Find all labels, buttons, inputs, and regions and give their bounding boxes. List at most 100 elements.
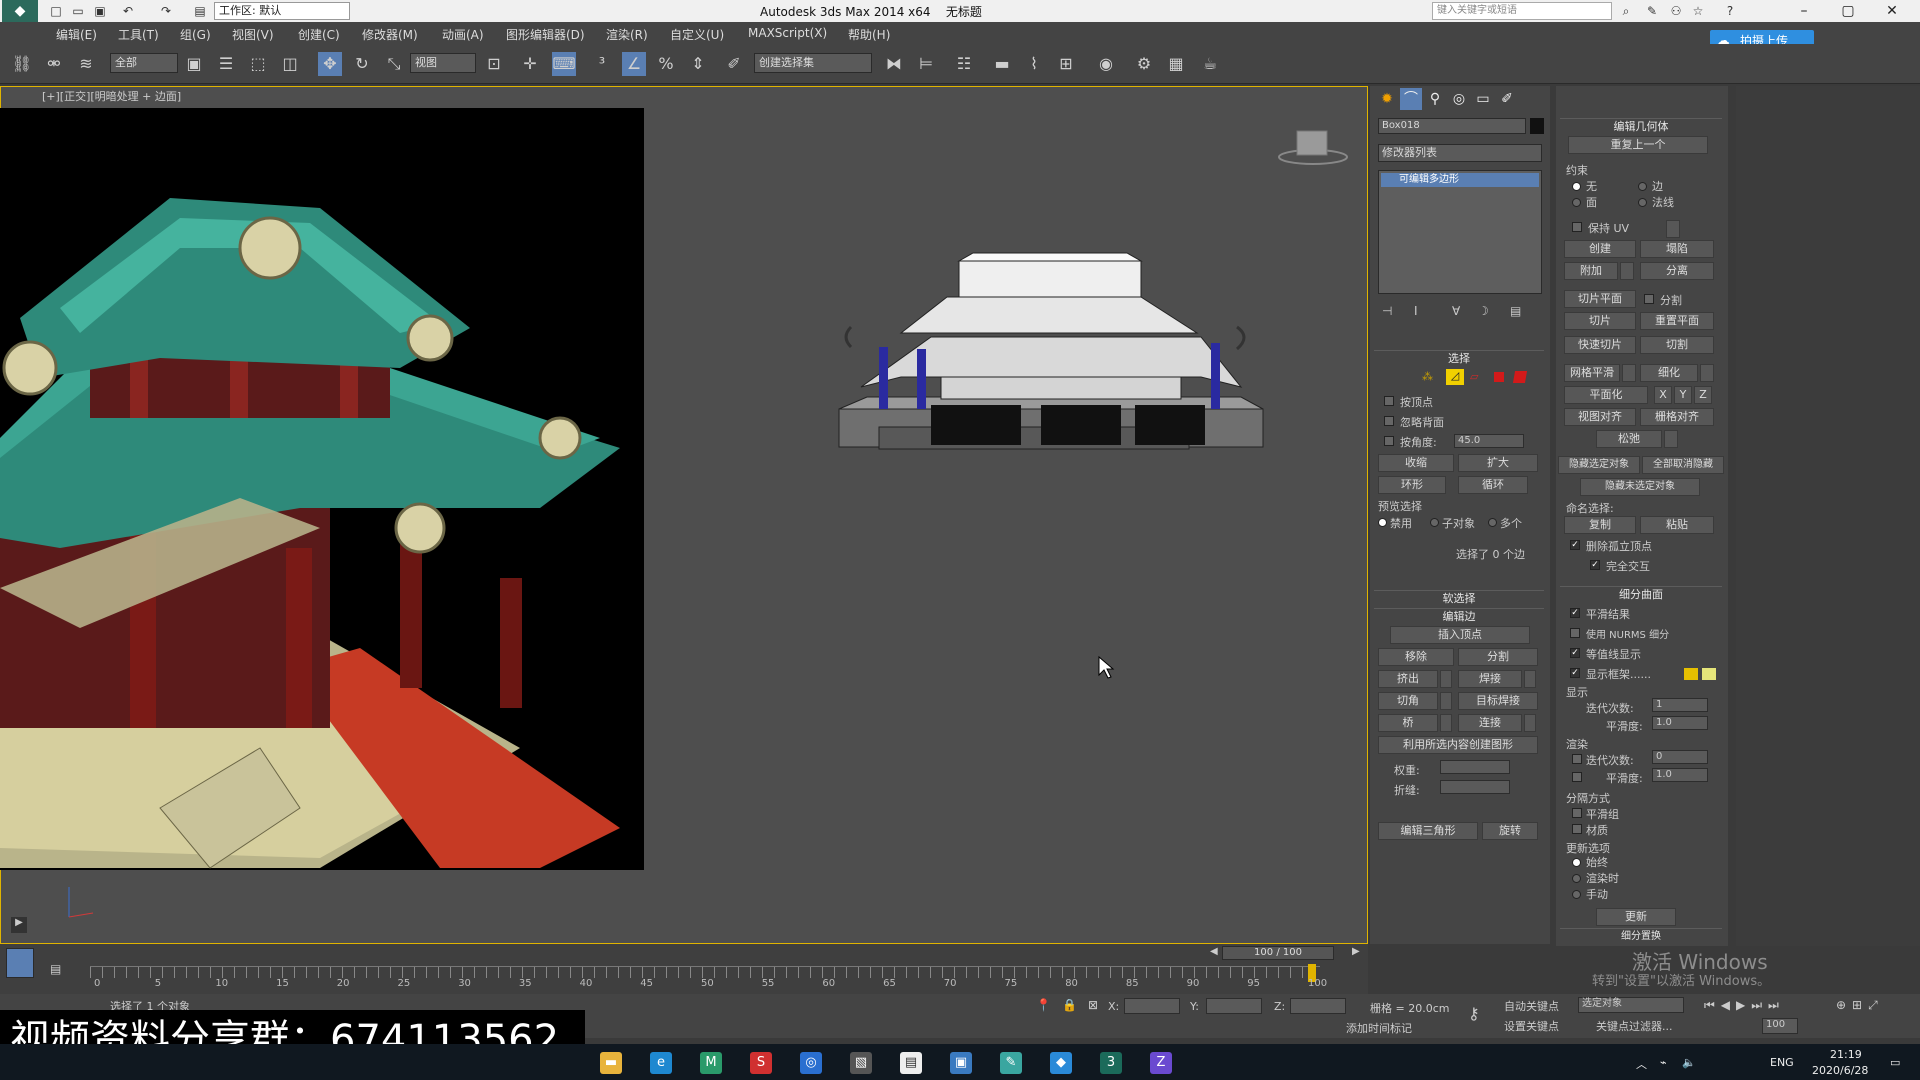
relax-button[interactable]: 松弛 bbox=[1596, 430, 1662, 448]
menu-modifiers[interactable]: 修改器(M) bbox=[362, 26, 418, 43]
relax-settings-button[interactable] bbox=[1664, 430, 1678, 448]
app-red-icon[interactable]: S bbox=[750, 1052, 772, 1074]
edit-named-sel-icon[interactable]: ✐ bbox=[722, 52, 746, 76]
by-angle-checkbox[interactable] bbox=[1384, 436, 1394, 446]
mirror-icon[interactable]: ⧓ bbox=[882, 52, 906, 76]
open-file-icon[interactable]: ▭ bbox=[70, 3, 86, 19]
notification-icon[interactable]: ▭ bbox=[1890, 1056, 1900, 1069]
edit-triangulation-button[interactable]: 编辑三角形 bbox=[1378, 822, 1478, 840]
copy-button[interactable]: 复制 bbox=[1564, 516, 1636, 534]
selection-lock-icon[interactable]: 🔒 bbox=[1062, 998, 1077, 1012]
key-filters-button[interactable]: 关键点过滤器... bbox=[1596, 1018, 1673, 1034]
time-slider[interactable]: 100 / 100 bbox=[1222, 946, 1334, 960]
soft-selection-rollout[interactable]: 软选择 bbox=[1374, 590, 1544, 606]
minimize-button[interactable]: – bbox=[1782, 0, 1826, 22]
render-teapot-icon[interactable]: ☕ bbox=[1198, 52, 1222, 76]
menu-help[interactable]: 帮助(H) bbox=[848, 26, 890, 43]
viewport-label[interactable]: [+][正交][明暗处理 + 边面] bbox=[42, 88, 181, 104]
menu-animation[interactable]: 动画(A) bbox=[442, 26, 484, 43]
create-tab-icon[interactable]: ✹ bbox=[1376, 88, 1398, 110]
track-bar-icon[interactable]: ▤ bbox=[50, 962, 61, 976]
polygon-mode-icon[interactable] bbox=[1494, 372, 1504, 382]
menu-group[interactable]: 组(G) bbox=[180, 26, 211, 43]
ring-button[interactable]: 环形 bbox=[1378, 476, 1446, 494]
remove-button[interactable]: 移除 bbox=[1378, 648, 1454, 666]
track-bar[interactable] bbox=[90, 966, 1320, 978]
rect-selection-icon[interactable]: ⬚ bbox=[246, 52, 270, 76]
collapse-button[interactable]: 塌陷 bbox=[1640, 240, 1714, 258]
make-planar-button[interactable]: 平面化 bbox=[1564, 386, 1648, 404]
chamfer-button[interactable]: 切角 bbox=[1378, 692, 1438, 710]
help-icon[interactable]: ? bbox=[1722, 3, 1738, 19]
element-mode-icon[interactable] bbox=[1512, 371, 1528, 383]
key-icon[interactable]: ⚷ bbox=[1468, 1004, 1480, 1023]
edge-browser-icon[interactable]: e bbox=[650, 1052, 672, 1074]
target-weld-button[interactable]: 目标焊接 bbox=[1458, 692, 1538, 710]
layer-manager-icon[interactable]: ☷ bbox=[952, 52, 976, 76]
menu-graph-editors[interactable]: 图形编辑器(D) bbox=[506, 26, 585, 43]
x-coord-field[interactable] bbox=[1124, 998, 1180, 1014]
new-file-icon[interactable]: □ bbox=[48, 3, 64, 19]
slice-plane-button[interactable]: 切片平面 bbox=[1564, 290, 1636, 308]
input-language[interactable]: ENG bbox=[1770, 1056, 1794, 1069]
shrink-button[interactable]: 收缩 bbox=[1378, 454, 1454, 472]
play-icon[interactable]: ▶ bbox=[11, 917, 27, 933]
clock-date[interactable]: 2020/6/28 bbox=[1812, 1064, 1868, 1077]
link-icon[interactable]: ⛓ bbox=[10, 52, 34, 76]
menu-create[interactable]: 创建(C) bbox=[298, 26, 340, 43]
hierarchy-tab-icon[interactable]: ⚲ bbox=[1424, 88, 1446, 110]
connect-settings-button[interactable] bbox=[1524, 714, 1536, 732]
constraint-normal-radio[interactable] bbox=[1638, 198, 1647, 207]
reset-plane-button[interactable]: 重置平面 bbox=[1640, 312, 1714, 330]
rotate-icon[interactable]: ↻ bbox=[350, 52, 374, 76]
browser-icon[interactable]: ◎ bbox=[800, 1052, 822, 1074]
insert-vertex-button[interactable]: 插入顶点 bbox=[1390, 626, 1530, 644]
select-object-icon[interactable]: ▣ bbox=[182, 52, 206, 76]
maximize-button[interactable]: ▢ bbox=[1826, 0, 1870, 22]
use-nurms-checkbox[interactable] bbox=[1570, 628, 1580, 638]
search-input[interactable]: 键入关键字或短语 bbox=[1432, 2, 1612, 20]
next-frame-arrow-icon[interactable]: ▶ bbox=[1352, 946, 1360, 957]
update-always-radio[interactable] bbox=[1572, 858, 1581, 867]
menu-maxscript[interactable]: MAXScript(X) bbox=[748, 26, 827, 40]
grid-align-button[interactable]: 栅格对齐 bbox=[1640, 408, 1714, 426]
selection-rollout-header[interactable]: 选择 bbox=[1374, 350, 1544, 366]
create-shape-button[interactable]: 利用所选内容创建图形 bbox=[1378, 736, 1538, 754]
constraint-none-radio[interactable] bbox=[1572, 182, 1581, 191]
move-icon[interactable]: ✥ bbox=[318, 52, 342, 76]
menu-views[interactable]: 视图(V) bbox=[232, 26, 274, 43]
menu-rendering[interactable]: 渲染(R) bbox=[606, 26, 648, 43]
graphite-ribbon-icon[interactable]: ▬ bbox=[990, 52, 1014, 76]
photo-viewer-icon[interactable]: ▧ bbox=[850, 1052, 872, 1074]
by-vertex-checkbox[interactable] bbox=[1384, 396, 1394, 406]
view-align-button[interactable]: 视图对齐 bbox=[1564, 408, 1636, 426]
set-key-label[interactable]: 设置关键点 bbox=[1504, 1018, 1559, 1034]
split-button[interactable]: 分割 bbox=[1458, 648, 1538, 666]
preview-multi-radio[interactable] bbox=[1488, 518, 1497, 527]
preserve-uv-checkbox[interactable] bbox=[1572, 222, 1582, 232]
detach-button[interactable]: 分离 bbox=[1640, 262, 1714, 280]
border-mode-icon[interactable]: ▱ bbox=[1470, 370, 1484, 384]
delete-isolated-checkbox[interactable]: ✓ bbox=[1570, 540, 1580, 550]
y-coord-field[interactable] bbox=[1206, 998, 1262, 1014]
hide-selected-button[interactable]: 隐藏选定对象 bbox=[1558, 456, 1640, 474]
percent-snap-icon[interactable]: % bbox=[654, 52, 678, 76]
hide-unselected-button[interactable]: 隐藏未选定对象 bbox=[1580, 478, 1700, 496]
binoculars-icon[interactable]: ⌕ bbox=[1618, 3, 1634, 19]
extrude-settings-button[interactable] bbox=[1440, 670, 1452, 688]
menu-customize[interactable]: 自定义(U) bbox=[670, 26, 724, 43]
tessellate-settings-button[interactable] bbox=[1700, 364, 1714, 382]
preview-subobj-radio[interactable] bbox=[1430, 518, 1439, 527]
schematic-view-icon[interactable]: ⊞ bbox=[1054, 52, 1078, 76]
update-render-radio[interactable] bbox=[1572, 874, 1581, 883]
meshsmooth-button[interactable]: 网格平滑 bbox=[1564, 364, 1620, 382]
bridge-button[interactable]: 桥 bbox=[1378, 714, 1438, 732]
create-button[interactable]: 创建 bbox=[1564, 240, 1636, 258]
mini-curve-toggle[interactable] bbox=[6, 948, 34, 978]
network-icon[interactable]: ⚇ bbox=[1668, 3, 1684, 19]
project-folder-icon[interactable]: ▤ bbox=[192, 3, 208, 19]
redo-icon[interactable]: ↷ bbox=[158, 3, 174, 19]
update-manual-radio[interactable] bbox=[1572, 890, 1581, 899]
tools-icon[interactable]: ✎ bbox=[1644, 3, 1660, 19]
select-manipulate-icon[interactable]: ✛ bbox=[518, 52, 542, 76]
